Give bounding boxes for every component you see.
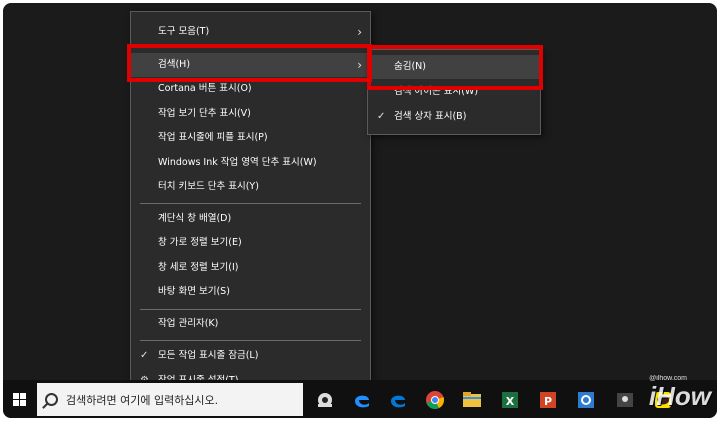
search-submenu: 숨김(N) 검색 아이콘 표시(W) ✓ 검색 상자 표시(B) <box>367 49 541 135</box>
menu-item-label: 작업 보기 단추 표시(V) <box>158 108 251 119</box>
menu-item-label: 도구 모음(T) <box>158 26 210 37</box>
taskbar-search-box[interactable]: 검색하려면 여기에 입력하십시오. <box>37 383 303 416</box>
submenu-item-hidden[interactable]: 숨김(N) <box>368 55 540 79</box>
menu-item-touch-keyboard[interactable]: 터치 키보드 단추 표시(Y) <box>131 175 370 199</box>
file-explorer-icon[interactable] <box>460 388 484 412</box>
search-icon <box>45 393 58 406</box>
submenu-item-show-search-box[interactable]: ✓ 검색 상자 표시(B) <box>368 105 540 129</box>
menu-item-label: 검색(H) <box>158 59 191 70</box>
edge-icon[interactable] <box>386 388 410 412</box>
menu-item-toolbars[interactable]: 도구 모음(T) › <box>131 20 370 44</box>
menu-item-cascade-windows[interactable]: 계단식 창 배열(D) <box>131 207 370 231</box>
search-placeholder: 검색하려면 여기에 입력하십시오. <box>66 393 219 407</box>
menu-item-label: Cortana 버튼 표시(O) <box>158 83 252 94</box>
menu-separator <box>140 203 361 204</box>
menu-item-label: 작업 관리자(K) <box>158 318 219 329</box>
menu-item-label: 바탕 화면 보기(S) <box>158 286 230 297</box>
menu-item-search[interactable]: 검색(H) › <box>131 53 370 77</box>
menu-item-label: 검색 상자 표시(B) <box>394 111 467 122</box>
checkmark-icon: ✓ <box>140 350 149 361</box>
excel-icon[interactable]: X <box>498 388 522 412</box>
menu-item-cortana-button[interactable]: Cortana 버튼 표시(O) <box>131 77 370 101</box>
menu-item-lock-taskbar[interactable]: ✓ 모든 작업 표시줄 잠금(L) <box>131 344 370 368</box>
svg-text:X: X <box>506 395 515 408</box>
taskbar-context-menu: 도구 모음(T) › 검색(H) › Cortana 버튼 표시(O) 작업 보… <box>130 11 371 397</box>
submenu-item-show-search-icon[interactable]: 검색 아이콘 표시(W) <box>368 80 540 104</box>
menu-item-label: 작업 표시줄에 피플 표시(P) <box>158 132 268 143</box>
menu-item-stacked-windows[interactable]: 창 가로 정렬 보기(E) <box>131 231 370 255</box>
menu-item-label: 창 가로 정렬 보기(E) <box>158 237 242 248</box>
menu-item-label: 계단식 창 배열(D) <box>158 213 232 224</box>
menu-item-label: Windows Ink 작업 영역 단추 표시(W) <box>158 157 317 168</box>
people-icon[interactable] <box>613 388 637 412</box>
svg-text:P: P <box>544 395 552 408</box>
chrome-icon[interactable] <box>423 388 447 412</box>
menu-item-show-desktop[interactable]: 바탕 화면 보기(S) <box>131 280 370 304</box>
menu-separator <box>140 340 361 341</box>
menu-separator <box>140 309 361 310</box>
menu-item-label: 검색 아이콘 표시(W) <box>394 86 479 97</box>
menu-item-label: 터치 키보드 단추 표시(Y) <box>158 181 259 192</box>
menu-item-people[interactable]: 작업 표시줄에 피플 표시(P) <box>131 126 370 150</box>
taskbar: 검색하려면 여기에 입력하십시오. X P @ilhow.com iHow <box>3 375 717 418</box>
checkmark-icon: ✓ <box>377 111 386 122</box>
edge-legacy-icon[interactable] <box>350 388 374 412</box>
start-button[interactable] <box>3 380 35 418</box>
desktop-frame: 도구 모음(T) › 검색(H) › Cortana 버튼 표시(O) 작업 보… <box>3 3 717 418</box>
outlook-icon[interactable] <box>574 388 598 412</box>
menu-item-task-view-button[interactable]: 작업 보기 단추 표시(V) <box>131 102 370 126</box>
menu-item-task-manager[interactable]: 작업 관리자(K) <box>131 312 370 336</box>
windows-logo-icon <box>12 392 26 406</box>
chevron-right-icon: › <box>357 58 362 72</box>
menu-item-label: 모든 작업 표시줄 잠금(L) <box>158 350 259 361</box>
powerpoint-icon[interactable]: P <box>536 388 560 412</box>
chevron-right-icon: › <box>357 25 362 39</box>
menu-item-label: 창 세로 정렬 보기(I) <box>158 262 239 273</box>
menu-item-label: 숨김(N) <box>394 61 426 72</box>
menu-item-side-by-side[interactable]: 창 세로 정렬 보기(I) <box>131 256 370 280</box>
task-view-icon[interactable] <box>313 388 337 412</box>
menu-item-windows-ink[interactable]: Windows Ink 작업 영역 단추 표시(W) <box>131 151 370 175</box>
watermark-logo: iHow <box>648 381 711 411</box>
